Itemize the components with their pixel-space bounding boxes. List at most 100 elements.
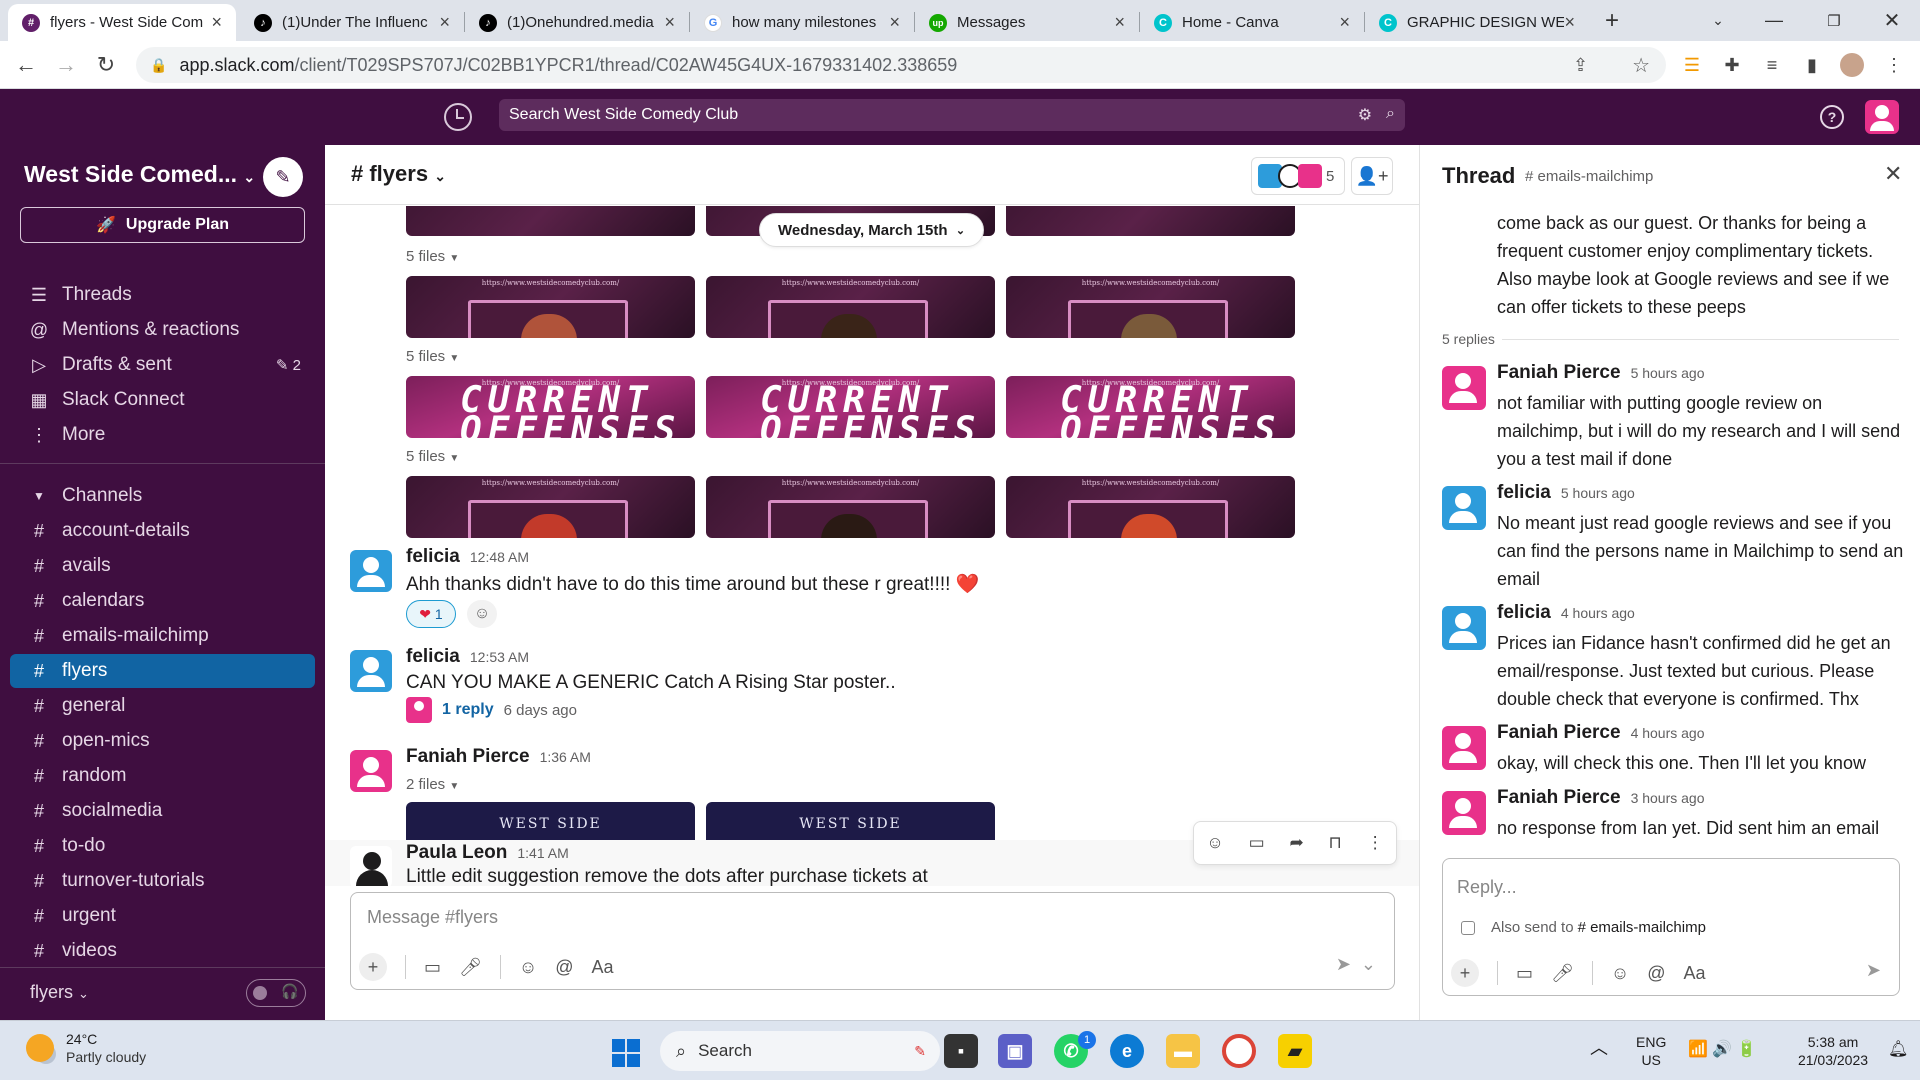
avatar[interactable] xyxy=(1442,486,1486,530)
tab-tiktok-2[interactable]: ♪ (1)Onehundred.media × xyxy=(465,4,689,41)
thread-replies-link[interactable]: 1 reply 6 days ago xyxy=(406,696,577,724)
thread-channel-link[interactable]: # emails-mailchimp xyxy=(1525,168,1653,185)
reply-time[interactable]: 4 hours ago xyxy=(1631,725,1705,741)
help-icon[interactable]: ? xyxy=(1820,105,1844,129)
sidebar-item-videos[interactable]: # videos xyxy=(10,934,315,968)
reply-time[interactable]: 5 hours ago xyxy=(1561,485,1635,501)
reply-in-thread-icon[interactable]: ▭ xyxy=(1249,833,1265,853)
bookmark-star-icon[interactable]: ☆ xyxy=(1632,53,1650,78)
sidebar-item-to-do[interactable]: # to-do xyxy=(10,829,315,863)
sidebar-item-threads[interactable]: ☰ Threads xyxy=(10,278,315,312)
flyer-thumbnail[interactable]: https://www.westsidecomedyclub.com/ xyxy=(406,476,695,538)
sidebar-item-random[interactable]: # random xyxy=(10,759,315,793)
extensions-icon[interactable]: ✚ xyxy=(1720,53,1744,77)
emoji-icon[interactable]: ☺ xyxy=(519,957,537,978)
files-toggle[interactable]: 5 files ▼ xyxy=(406,448,459,465)
close-tab-icon[interactable]: × xyxy=(211,12,222,33)
sidebar-item-general[interactable]: # general xyxy=(10,689,315,723)
flyer-thumbnail[interactable]: https://www.westsidecomedyclub.com/CURRE… xyxy=(706,376,995,438)
tab-tiktok-1[interactable]: ♪ (1)Under The Influenc × xyxy=(240,4,464,41)
avatar[interactable] xyxy=(350,650,392,692)
reply-author[interactable]: Faniah Pierce 4 hours ago xyxy=(1497,722,1705,744)
avatar[interactable] xyxy=(1442,606,1486,650)
files-toggle[interactable]: 5 files ▼ xyxy=(406,248,459,265)
channel-title[interactable]: # flyers ⌄ xyxy=(351,161,446,187)
huddle-toggle[interactable]: 🎧 xyxy=(246,979,306,1007)
sidebar-item-socialmedia[interactable]: # socialmedia xyxy=(10,794,315,828)
sidebar-item-avails[interactable]: # avails xyxy=(10,549,315,583)
sidebar-item-urgent[interactable]: # urgent xyxy=(10,899,315,933)
user-avatar[interactable] xyxy=(1865,100,1899,134)
restore-icon[interactable]: ❐ xyxy=(1812,0,1856,41)
url-field[interactable]: 🔒 app.slack.com/client/T029SPS707J/C02BB… xyxy=(136,47,1666,83)
flyer-thumbnail[interactable]: WEST SIDE xyxy=(406,802,695,840)
sticky-notes-icon[interactable]: ▰ xyxy=(1278,1034,1312,1068)
sidebar-item-calendars[interactable]: # calendars xyxy=(10,584,315,618)
reply-time[interactable]: 5 hours ago xyxy=(1631,365,1705,381)
close-tab-icon[interactable]: × xyxy=(1339,12,1350,33)
sidebar-item-turnover-tutorials[interactable]: # turnover-tutorials xyxy=(10,864,315,898)
send-icon[interactable]: ➤ xyxy=(1866,960,1881,981)
avatar[interactable] xyxy=(350,846,392,886)
attach-plus-icon[interactable]: + xyxy=(359,953,387,981)
wifi-volume-battery-icons[interactable]: 📶 🔊 🔋 xyxy=(1688,1041,1757,1059)
microphone-icon[interactable]: 🎤︎ xyxy=(459,957,482,978)
avatar[interactable] xyxy=(1442,366,1486,410)
history-icon[interactable] xyxy=(444,103,472,131)
back-icon[interactable]: ← xyxy=(10,49,42,81)
close-tab-icon[interactable]: × xyxy=(439,12,450,33)
share-icon[interactable]: ⇪ xyxy=(1573,55,1588,76)
media-control-icon[interactable]: ≡ xyxy=(1760,53,1784,77)
tab-canva-graphic-design[interactable]: C GRAPHIC DESIGN WE × xyxy=(1365,4,1589,41)
message-time[interactable]: 12:48 AM xyxy=(470,549,529,565)
files-toggle[interactable]: 5 files ▼ xyxy=(406,348,459,365)
windows-start-icon[interactable] xyxy=(612,1039,640,1067)
reply-author[interactable]: Faniah Pierce 5 hours ago xyxy=(1497,362,1705,384)
flyer-thumbnail[interactable]: https://www.westsidecomedyclub.com/ xyxy=(706,476,995,538)
tray-overflow-icon[interactable]: ︿ xyxy=(1590,1039,1608,1057)
minimize-icon[interactable]: — xyxy=(1752,0,1796,41)
notifications-icon[interactable]: 🔔︎ xyxy=(1888,1041,1908,1059)
channels-section-header[interactable]: ▼ Channels xyxy=(10,479,315,513)
task-view-icon[interactable]: ▪ xyxy=(944,1034,978,1068)
mention-icon[interactable]: @ xyxy=(1647,963,1665,984)
flyer-thumbnail[interactable]: https://www.westsidecomedyclub.com/CURRE… xyxy=(1006,376,1295,438)
compose-icon[interactable]: ✎ xyxy=(263,157,303,197)
footer-channel-label[interactable]: flyers ⌄ xyxy=(30,982,89,1003)
new-tab-icon[interactable]: + xyxy=(1590,0,1634,41)
weather-widget[interactable]: 24°C Partly cloudy xyxy=(26,1031,146,1065)
sidebar-item-account-details[interactable]: # account-details xyxy=(10,514,315,548)
thread-reply-composer[interactable]: Reply... Also send to # emails-mailchimp… xyxy=(1442,858,1900,996)
close-tab-icon[interactable]: × xyxy=(664,12,675,33)
formatting-icon[interactable]: Aa xyxy=(1684,963,1706,984)
send-icon[interactable]: ➤ ⌄ xyxy=(1336,954,1376,975)
add-reaction-icon[interactable]: ☺ xyxy=(1206,833,1223,853)
reply-author[interactable]: felicia 5 hours ago xyxy=(1497,482,1635,504)
date-divider[interactable]: Wednesday, March 15th ⌄ xyxy=(759,213,985,247)
teams-chat-icon[interactable]: ▣ xyxy=(998,1034,1032,1068)
tab-google[interactable]: G how many milestones × xyxy=(690,4,914,41)
also-send-checkbox[interactable] xyxy=(1461,920,1475,935)
language-indicator[interactable]: ENG US xyxy=(1636,1033,1666,1069)
message-author[interactable]: Faniah Pierce 1:36 AM xyxy=(406,746,591,768)
flyer-thumbnail[interactable]: https://www.westsidecomedyclub.com/ xyxy=(406,276,695,338)
attach-plus-icon[interactable]: + xyxy=(1451,959,1479,987)
taskbar-search[interactable]: ⌕ Search ✎ xyxy=(660,1031,940,1071)
emoji-icon[interactable]: ☺ xyxy=(1611,963,1629,984)
flyer-thumbnail[interactable]: https://www.westsidecomedyclub.com/ xyxy=(1006,276,1295,338)
also-send-to-channel[interactable]: Also send to # emails-mailchimp xyxy=(1461,919,1706,936)
flyer-thumbnail[interactable]: https://www.westsidecomedyclub.com/CURRE… xyxy=(406,376,695,438)
message-time[interactable]: 1:41 AM xyxy=(517,845,568,861)
reply-time[interactable]: 4 hours ago xyxy=(1561,605,1635,621)
tab-search-icon[interactable]: ⌄ xyxy=(1696,0,1740,41)
close-icon[interactable]: ✕ xyxy=(1884,161,1902,187)
reply-time[interactable]: 3 hours ago xyxy=(1631,790,1705,806)
flyer-thumbnail[interactable]: https://www.westsidecomedyclub.com/ xyxy=(706,276,995,338)
sidebar-item-slack-connect[interactable]: ▦ Slack Connect xyxy=(10,383,315,417)
reply-author[interactable]: Faniah Pierce 3 hours ago xyxy=(1497,787,1705,809)
flyer-thumbnail[interactable]: https://www.westsidecomedyclub.com/ xyxy=(1006,476,1295,538)
formatting-icon[interactable]: Aa xyxy=(592,957,614,978)
message-author[interactable]: felicia 12:53 AM xyxy=(406,646,529,668)
sidebar-item-more[interactable]: ⋮ More xyxy=(10,418,315,452)
rss-extension-icon[interactable]: ☰ xyxy=(1680,53,1704,77)
